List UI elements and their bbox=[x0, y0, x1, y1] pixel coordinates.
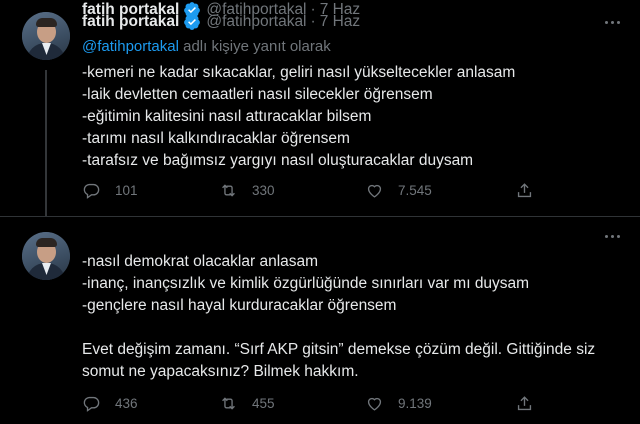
author-name[interactable]: fatih portakal bbox=[82, 1, 179, 19]
tweet-line: -gençlere nasıl hayal kurduracaklar öğre… bbox=[82, 297, 397, 314]
tweet-line: -eğitimin kalitesini nasıl attıracaklar … bbox=[82, 108, 372, 125]
like-icon bbox=[367, 184, 382, 198]
tweet-actions: 101 330 7.545 bbox=[82, 180, 542, 200]
tweet-actions: 436 455 9.139 bbox=[82, 393, 542, 413]
like-button[interactable]: 9.139 bbox=[365, 394, 432, 413]
tweet-timestamp[interactable]: 7 Haz bbox=[320, 1, 361, 19]
tweet-text: -kemeri ne kadar sıkacaklar, geliri nası… bbox=[82, 62, 515, 172]
reply-button[interactable]: 101 bbox=[82, 181, 138, 200]
reply-context-text: adlı kişiye yanıt olarak bbox=[183, 38, 331, 55]
more-icon[interactable] bbox=[605, 235, 620, 238]
retweet-count: 455 bbox=[252, 395, 275, 411]
reply-icon bbox=[83, 396, 100, 412]
avatar[interactable] bbox=[22, 232, 70, 280]
like-button[interactable]: 7.545 bbox=[365, 181, 432, 200]
share-button[interactable] bbox=[515, 181, 534, 200]
tweet-line: Evet değişim zamanı. “Sırf AKP gitsin” d… bbox=[82, 341, 596, 358]
reply-count: 101 bbox=[115, 182, 138, 198]
separator-dot: · bbox=[310, 1, 316, 18]
tweet-line: -laik devletten cemaatleri nasıl silecek… bbox=[82, 86, 433, 103]
retweet-icon bbox=[222, 183, 235, 197]
author-handle[interactable]: @fatihportakal bbox=[206, 1, 306, 19]
share-button[interactable] bbox=[515, 394, 534, 413]
tweet-line: somut ne yapacaksınız? Bilmek hakkım. bbox=[82, 363, 359, 380]
retweet-button[interactable]: 455 bbox=[219, 394, 275, 413]
tweet-1[interactable]: fatih portakal @fatihportakal · 7 Haz @f… bbox=[0, 0, 640, 212]
tweet-text: -nasıl demokrat olacaklar anlasam -inanç… bbox=[82, 251, 595, 383]
more-icon[interactable] bbox=[605, 21, 620, 24]
reply-icon bbox=[83, 183, 100, 199]
share-icon bbox=[517, 182, 532, 197]
reply-button[interactable]: 436 bbox=[82, 394, 138, 413]
reply-mention-link[interactable]: @fatihportakal bbox=[82, 38, 179, 55]
retweet-count: 330 bbox=[252, 182, 275, 198]
tweet-line: -tarafsız ve bağımsız yargıyı nasıl oluş… bbox=[82, 152, 474, 169]
like-icon bbox=[367, 397, 382, 411]
like-count: 7.545 bbox=[398, 182, 432, 198]
tweet-line: -nasıl demokrat olacaklar anlasam bbox=[82, 253, 319, 270]
avatar[interactable] bbox=[22, 12, 70, 60]
reply-count: 436 bbox=[115, 395, 138, 411]
like-count: 9.139 bbox=[398, 395, 432, 411]
tweet-line: -tarımı nasıl kalkındıracaklar öğrensem bbox=[82, 130, 350, 147]
tweet-line: -kemeri ne kadar sıkacaklar, geliri nası… bbox=[82, 64, 516, 81]
tweet-line: -inanç, inançsızlık ve kimlik özgürlüğün… bbox=[82, 275, 530, 292]
share-icon bbox=[517, 395, 532, 410]
verified-badge-icon bbox=[184, 2, 201, 18]
tweet-divider bbox=[0, 216, 640, 217]
retweet-icon bbox=[222, 396, 235, 410]
tweet-header: fatih portakal @fatihportakal · 7 Haz bbox=[82, 0, 360, 20]
retweet-button[interactable]: 330 bbox=[219, 181, 275, 200]
reply-context: @fatihportakal adlı kişiye yanıt olarak bbox=[82, 38, 331, 55]
